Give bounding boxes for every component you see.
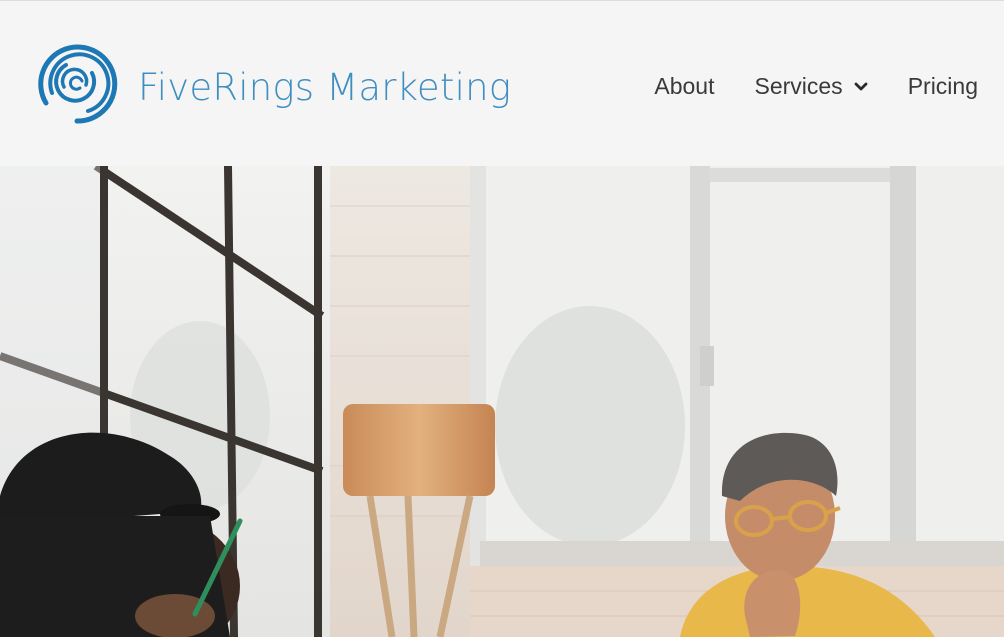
brand-home-link[interactable]: FiveRings Marketing xyxy=(36,43,511,125)
nav-pricing-label: Pricing xyxy=(907,73,978,99)
nav-services-label: Services xyxy=(754,73,843,99)
chevron-down-icon xyxy=(854,82,868,90)
site-header: FiveRings Marketing About Services Prici… xyxy=(0,0,1004,166)
hero-section xyxy=(0,166,1004,637)
main-nav: About Services Pricing xyxy=(654,73,978,100)
nav-about-label: About xyxy=(654,73,715,99)
nav-about-link[interactable]: About xyxy=(654,73,714,100)
concentric-rings-logo-icon xyxy=(38,44,118,124)
office-meeting-photo xyxy=(0,166,1004,637)
nav-services-dropdown[interactable]: Services xyxy=(754,73,868,100)
brand-name: FiveRings Marketing xyxy=(138,65,512,109)
nav-pricing-link[interactable]: Pricing xyxy=(908,73,978,100)
